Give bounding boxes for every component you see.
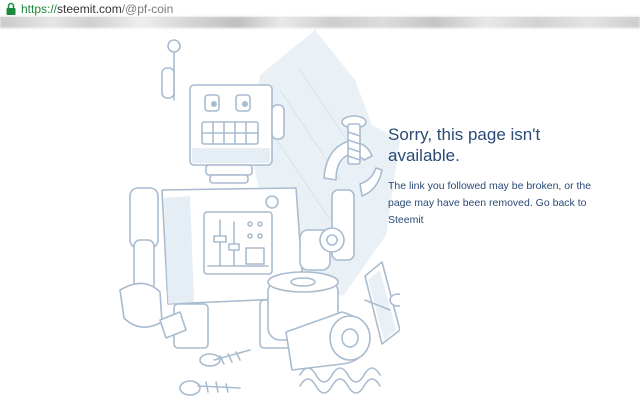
url-text[interactable]: https://steemit.com/@pf-coin [21, 2, 173, 16]
lock-icon [6, 2, 16, 15]
url-scheme: https:// [21, 1, 58, 16]
blurred-toolbar [0, 17, 640, 28]
go-back-link[interactable]: Steemit [388, 214, 424, 226]
robot-illustration [119, 30, 400, 396]
address-bar[interactable]: https://steemit.com/@pf-coin [0, 0, 640, 18]
error-description-text: The link you followed may be broken, or … [388, 180, 592, 209]
url-path: /@pf-coin [121, 1, 174, 16]
error-title: Sorry, this page isn't available. [388, 125, 541, 165]
url-domain: steemit.com [57, 1, 122, 16]
error-message: Sorry, this page isn't available. The li… [388, 124, 593, 229]
error-description: The link you followed may be broken, or … [388, 178, 593, 229]
